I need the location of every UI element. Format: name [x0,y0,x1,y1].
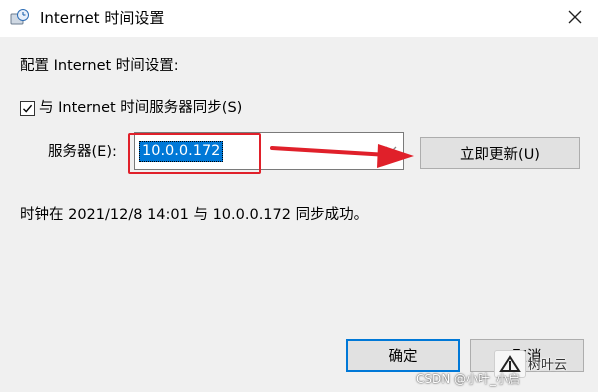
close-button[interactable] [552,0,598,34]
sync-checkbox[interactable] [20,100,35,116]
close-icon [568,10,582,24]
checkmark-icon [22,104,33,113]
annotation-arrow-icon [270,144,414,168]
title-bar: Internet 时间设置 [0,0,598,37]
server-label: 服务器(E): [48,144,117,160]
sync-option-row[interactable]: 与 Internet 时间服务器同步(S) [20,99,242,117]
window-title: Internet 时间设置 [40,9,165,27]
watermark-brand: 树叶云 [528,358,568,373]
dialog-content: 配置 Internet 时间设置: 与 Internet 时间服务器同步(S) … [0,37,598,392]
annotation-highlight-box [128,133,261,174]
watermark-credit: CSDN @小叶_小启 [416,372,521,386]
settings-heading: 配置 Internet 时间设置: [20,58,179,74]
sync-checkbox-label[interactable]: 与 Internet 时间服务器同步(S) [39,99,242,117]
clock-globe-icon [10,8,30,28]
sync-status-text: 时钟在 2021/12/8 14:01 与 10.0.0.172 同步成功。 [20,207,369,223]
ok-button[interactable]: 确定 [346,339,460,372]
update-now-button[interactable]: 立即更新(U) [420,137,580,169]
